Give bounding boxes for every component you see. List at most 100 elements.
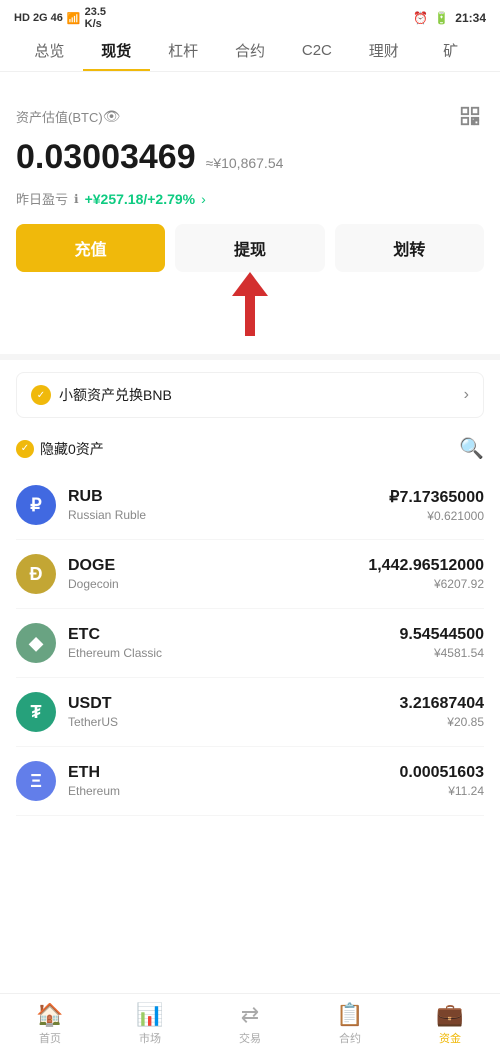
bnb-text: 小额资产兑换BNB <box>59 385 172 405</box>
alarm-icon: ⏰ <box>413 11 428 25</box>
asset-amount-row: 0.03003469 ≈¥10,867.54 <box>16 134 484 179</box>
signal-text: HD 2G 46 <box>14 12 63 24</box>
nav-market[interactable]: 📊 市场 <box>120 1002 180 1046</box>
pnl-info-icon[interactable]: ℹ <box>74 192 79 206</box>
tab-leverage[interactable]: 杠杆 <box>150 40 217 71</box>
doge-info: DOGE Dogecoin <box>68 557 368 591</box>
eth-balance: 0.00051603 ¥11.24 <box>399 764 484 798</box>
asset-btc: 0.03003469 <box>16 138 196 177</box>
asset-label-nav: 资金 <box>439 1030 461 1046</box>
etc-info: ETC Ethereum Classic <box>68 626 399 660</box>
rub-icon: ₽ <box>16 485 56 525</box>
speed-text: 23.5K/s <box>85 6 106 30</box>
status-left: HD 2G 46 📶 23.5K/s <box>14 6 106 30</box>
usdt-icon: ₮ <box>16 692 56 732</box>
eth-name: Ethereum <box>68 784 399 798</box>
nav-tabs: 总览 现货 杠杆 合约 C2C 理财 矿 <box>0 34 500 72</box>
rub-info: RUB Russian Ruble <box>68 488 389 522</box>
doge-amount: 1,442.96512000 <box>368 557 484 575</box>
usdt-name: TetherUS <box>68 715 399 729</box>
coin-item-usdt[interactable]: ₮ USDT TetherUS 3.21687404 ¥20.85 <box>16 678 484 747</box>
etc-amount: 9.54544500 <box>399 626 484 644</box>
bnb-banner[interactable]: ✓ 小额资产兑换BNB › <box>16 372 484 418</box>
tab-spot[interactable]: 现货 <box>83 40 150 71</box>
pnl-row: 昨日盈亏 ℹ +¥257.18/+2.79% › <box>16 189 484 208</box>
etc-icon: ◆ <box>16 623 56 663</box>
usdt-cny: ¥20.85 <box>399 715 484 729</box>
annotation-arrow <box>16 272 484 342</box>
tab-finance[interactable]: 理财 <box>350 40 417 71</box>
filter-check-icon[interactable]: ✓ <box>16 440 34 458</box>
deposit-button[interactable]: 充值 <box>16 224 165 272</box>
tab-contract[interactable]: 合约 <box>217 40 284 71</box>
bnb-chevron-icon: › <box>464 386 469 404</box>
coin-item-rub[interactable]: ₽ RUB Russian Ruble ₽7.17365000 ¥0.62100… <box>16 471 484 540</box>
contract-label: 合约 <box>339 1030 361 1046</box>
etc-cny: ¥4581.54 <box>399 646 484 660</box>
eth-symbol: ETH <box>68 764 399 782</box>
coin-item-doge[interactable]: Ð DOGE Dogecoin 1,442.96512000 ¥6207.92 <box>16 540 484 609</box>
doge-cny: ¥6207.92 <box>368 577 484 591</box>
transfer-button[interactable]: 划转 <box>335 224 484 272</box>
asset-header-row: 资产估值(BTC) 👁 <box>16 102 484 130</box>
etc-name: Ethereum Classic <box>68 646 399 660</box>
rub-amount: ₽7.17365000 <box>389 487 484 507</box>
section-divider <box>0 354 500 360</box>
coin-item-etc[interactable]: ◆ ETC Ethereum Classic 9.54544500 ¥4581.… <box>16 609 484 678</box>
doge-name: Dogecoin <box>68 577 368 591</box>
status-bar: HD 2G 46 📶 23.5K/s ⏰ 🔋 21:34 <box>0 0 500 34</box>
eth-amount: 0.00051603 <box>399 764 484 782</box>
coin-list: ₽ RUB Russian Ruble ₽7.17365000 ¥0.62100… <box>16 471 484 816</box>
eth-cny: ¥11.24 <box>399 784 484 798</box>
withdraw-button[interactable]: 提现 <box>175 224 324 272</box>
action-buttons: 充值 提现 划转 <box>16 224 484 272</box>
qr-icon[interactable] <box>456 102 484 130</box>
nav-contract[interactable]: 📋 合约 <box>320 1002 380 1046</box>
usdt-symbol: USDT <box>68 695 399 713</box>
doge-icon: Ð <box>16 554 56 594</box>
trade-label: 交易 <box>239 1030 261 1046</box>
asset-cny: ≈¥10,867.54 <box>206 155 284 171</box>
contract-icon: 📋 <box>336 1002 363 1028</box>
home-label: 首页 <box>39 1030 61 1046</box>
filter-row: ✓ 隐藏0资产 🔍 <box>16 430 484 471</box>
wifi-icon: 📶 <box>67 12 81 25</box>
bottom-pad <box>16 816 484 896</box>
pnl-chevron-icon[interactable]: › <box>201 191 206 207</box>
nav-home[interactable]: 🏠 首页 <box>20 1002 80 1046</box>
nav-asset[interactable]: 💼 资金 <box>420 1002 480 1046</box>
bnb-icon: ✓ <box>31 385 51 405</box>
bottom-nav: 🏠 首页 📊 市场 ⇄ 交易 📋 合约 💼 资金 <box>0 993 500 1056</box>
time-display: 21:34 <box>455 11 486 25</box>
eth-icon: Ξ <box>16 761 56 801</box>
asset-icon: 💼 <box>436 1002 463 1028</box>
asset-label: 资产估值(BTC) <box>16 107 103 126</box>
main-content: 资产估值(BTC) 👁 0.03003469 ≈¥10,867.54 昨日盈亏 … <box>0 72 500 896</box>
doge-balance: 1,442.96512000 ¥6207.92 <box>368 557 484 591</box>
tab-mine[interactable]: 矿 <box>417 40 484 71</box>
pnl-label: 昨日盈亏 <box>16 189 68 208</box>
trade-icon: ⇄ <box>241 1002 259 1028</box>
eye-icon[interactable]: 👁 <box>103 108 121 125</box>
rub-name: Russian Ruble <box>68 508 389 522</box>
filter-label: 隐藏0资产 <box>40 439 104 459</box>
tab-c2c[interactable]: C2C <box>283 42 350 69</box>
battery-icon: 🔋 <box>434 11 449 25</box>
pnl-value: +¥257.18/+2.79% <box>85 191 196 207</box>
nav-trade[interactable]: ⇄ 交易 <box>220 1002 280 1046</box>
etc-balance: 9.54544500 ¥4581.54 <box>399 626 484 660</box>
market-label: 市场 <box>139 1030 161 1046</box>
status-right: ⏰ 🔋 21:34 <box>413 11 486 25</box>
etc-symbol: ETC <box>68 626 399 644</box>
rub-symbol: RUB <box>68 488 389 506</box>
coin-item-eth[interactable]: Ξ ETH Ethereum 0.00051603 ¥11.24 <box>16 747 484 816</box>
eth-info: ETH Ethereum <box>68 764 399 798</box>
home-icon: 🏠 <box>36 1002 63 1028</box>
rub-cny: ¥0.621000 <box>389 509 484 523</box>
arrow-body <box>245 296 255 336</box>
search-icon[interactable]: 🔍 <box>459 436 484 461</box>
usdt-balance: 3.21687404 ¥20.85 <box>399 695 484 729</box>
market-icon: 📊 <box>136 1002 163 1028</box>
tab-overview[interactable]: 总览 <box>16 40 83 71</box>
doge-symbol: DOGE <box>68 557 368 575</box>
